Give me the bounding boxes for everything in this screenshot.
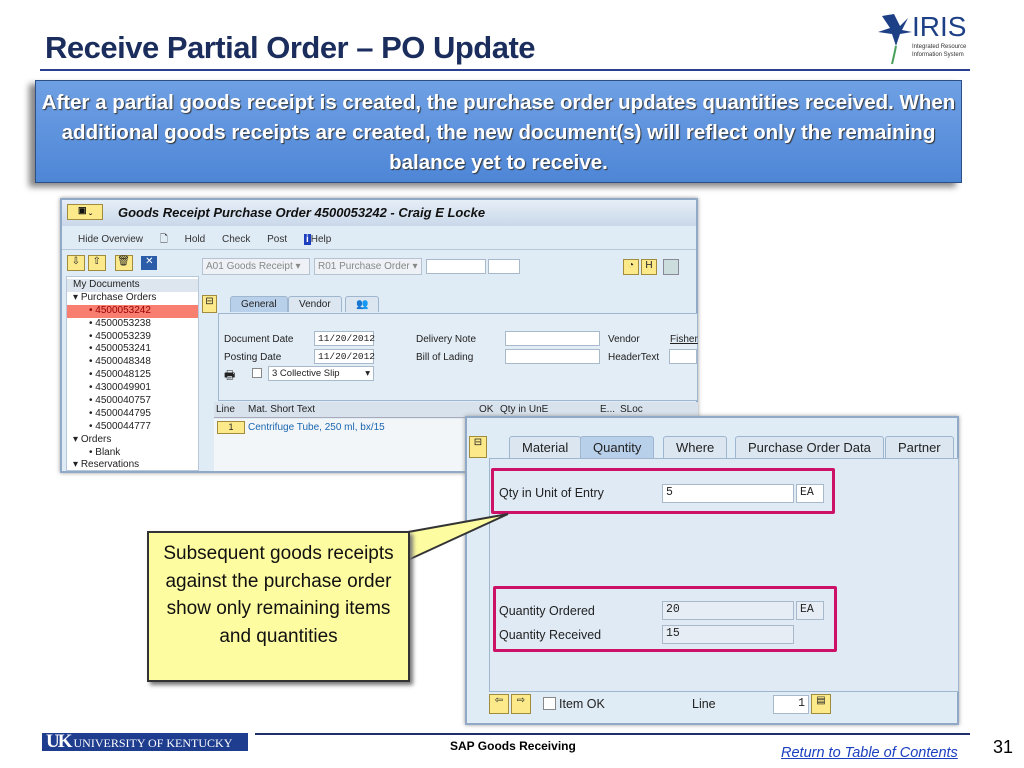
held-data-icon[interactable]: H <box>641 259 657 275</box>
toggle-header-icon[interactable]: ⊟ <box>202 295 217 313</box>
close-icon[interactable]: ✕ <box>141 256 158 270</box>
tree-toolbar: ⇩ ⇧ 🗑 ✕ <box>67 255 158 271</box>
delete-icon[interactable]: 🗑 <box>114 255 133 271</box>
new-document-icon[interactable]: 🗋 <box>160 234 168 245</box>
post-button[interactable]: Post <box>267 234 287 245</box>
svg-text:IRIS: IRIS <box>912 11 966 42</box>
tree-node-reservations[interactable]: ▾ Reservations <box>67 459 198 472</box>
vendor-label: Vendor <box>608 334 640 345</box>
layout-icon[interactable] <box>663 259 679 275</box>
tree-item-po[interactable]: • 4500053242 <box>67 304 198 318</box>
line-number[interactable]: 1 <box>217 421 245 434</box>
svg-text:Information System: Information System <box>912 52 964 58</box>
posting-date-input[interactable]: 11/20/2012 <box>314 349 375 364</box>
tree-item-po[interactable]: • 4500053239 <box>67 331 198 344</box>
qty-ordered-label: Quantity Ordered <box>499 604 595 618</box>
posting-date-label: Posting Date <box>224 352 282 363</box>
tree-node-purchase-orders[interactable]: ▾ Purchase Orders <box>67 292 198 305</box>
tab-material[interactable]: Material <box>509 436 582 458</box>
menu-icon[interactable]: ▣ ˬ <box>67 204 103 220</box>
header-text-label: HeaderText <box>608 352 660 363</box>
print-checkbox[interactable] <box>252 368 262 378</box>
slip-select[interactable]: 3 Collective Slip ▾ <box>268 366 374 381</box>
qty-received-label: Quantity Received <box>499 628 602 642</box>
tree-item-po[interactable]: • 4500048348 <box>67 356 198 369</box>
delivery-note-label: Delivery Note <box>416 334 477 345</box>
page-number: 31 <box>993 737 1014 757</box>
footer-title: SAP Goods Receiving <box>450 739 576 753</box>
hide-overview-button[interactable]: Hide Overview <box>78 234 143 245</box>
info-banner: After a partial goods receipt is created… <box>35 80 962 183</box>
tree-item-po[interactable]: • 4300049901 <box>67 382 198 395</box>
hold-button[interactable]: Hold <box>185 234 206 245</box>
tab-purchase-order-data[interactable]: Purchase Order Data <box>735 436 884 458</box>
title-divider <box>40 69 970 71</box>
line-label: Line <box>692 697 716 711</box>
document-tree: My Documents ▾ Purchase Orders • 4500053… <box>66 276 199 471</box>
uk-logo: UK UNIVERSITY OF KENTUCKY <box>42 733 248 751</box>
qty-entry-label: Qty in Unit of Entry <box>499 486 604 500</box>
tree-item-po[interactable]: • 4500048125 <box>67 369 198 382</box>
tab-quantity[interactable]: Quantity <box>580 436 655 458</box>
action-select[interactable]: A01 Goods Receipt ▾ <box>202 258 310 275</box>
item-detail-window: ⊟ Material Quantity Where Purchase Order… <box>465 416 959 725</box>
execute-icon[interactable]: ◔ <box>623 259 639 275</box>
reference-select[interactable]: R01 Purchase Order ▾ <box>314 258 422 275</box>
page-title: Receive Partial Order – PO Update <box>45 30 536 65</box>
tree-item-po[interactable]: • 4500053241 <box>67 343 198 356</box>
item-ok-label: Item OK <box>559 697 605 711</box>
po-item-input[interactable] <box>488 259 520 274</box>
tree-item-po[interactable]: • 4500044795 <box>67 408 198 421</box>
info-icon: i <box>303 234 311 245</box>
line-input[interactable]: 1 <box>773 695 809 714</box>
document-date-label: Document Date <box>224 334 294 345</box>
tab-vendor[interactable]: Vendor <box>288 296 342 312</box>
collapse-icon[interactable]: ⇧ <box>87 255 106 271</box>
tree-item-po[interactable]: • 4500040757 <box>67 395 198 408</box>
tab-general[interactable]: General <box>230 296 288 312</box>
callout-note: Subsequent goods receipts against the pu… <box>147 531 410 682</box>
qty-entry-input[interactable]: 5 <box>662 484 794 503</box>
tree-node-orders[interactable]: ▾ Orders <box>67 434 198 447</box>
next-item-icon[interactable]: ⇨ <box>511 694 531 714</box>
qty-received-value: 15 <box>662 625 794 644</box>
footer-divider <box>255 733 970 735</box>
po-number-input[interactable] <box>426 259 486 274</box>
tab-partner[interactable]: Partner <box>885 436 954 458</box>
expand-icon[interactable]: ⇩ <box>67 255 85 271</box>
print-icon[interactable]: 🖶 <box>224 366 235 387</box>
bill-of-lading-input[interactable] <box>505 349 600 364</box>
table-of-contents-link[interactable]: Return to Table of Contents <box>781 745 958 761</box>
toggle-detail-icon[interactable]: ⊟ <box>469 436 487 458</box>
bill-of-lading-label: Bill of Lading <box>416 352 474 363</box>
header-text-input[interactable] <box>669 349 697 364</box>
material-text[interactable]: Centrifuge Tube, 250 ml, bx/15 <box>248 422 385 433</box>
callout-pointer <box>407 513 509 562</box>
item-ok-checkbox[interactable] <box>543 697 556 710</box>
previous-item-icon[interactable]: ⇦ <box>489 694 509 714</box>
help-button[interactable]: i Help <box>303 234 345 245</box>
toolbar: Hide Overview 🗋 Hold Check Post i Help <box>62 226 696 250</box>
unit-ordered-value: EA <box>796 601 824 620</box>
unit-entry-input[interactable]: EA <box>796 484 824 503</box>
svg-text:Integrated Resource: Integrated Resource <box>912 44 967 50</box>
go-to-line-icon[interactable]: ▤ <box>811 694 831 714</box>
tree-item-po[interactable]: • 4500053238 <box>67 318 198 331</box>
tree-item-po[interactable]: • 4500044777 <box>67 421 198 434</box>
tree-header: My Documents <box>67 279 198 292</box>
check-button[interactable]: Check <box>222 234 250 245</box>
delivery-note-input[interactable] <box>505 331 600 346</box>
qty-ordered-value: 20 <box>662 601 794 620</box>
document-date-input[interactable]: 11/20/2012 <box>314 331 375 346</box>
iris-logo: IRIS Integrated Resource Information Syste… <box>874 6 974 66</box>
tab-where[interactable]: Where <box>663 436 728 458</box>
tab-partner-icon[interactable]: 👥 <box>345 296 380 312</box>
tree-node-blank[interactable]: • Blank <box>67 447 198 460</box>
window-title: ▣ ˬ Goods Receipt Purchase Order 45000532… <box>62 200 696 226</box>
vendor-link[interactable]: Fisher <box>670 334 698 345</box>
